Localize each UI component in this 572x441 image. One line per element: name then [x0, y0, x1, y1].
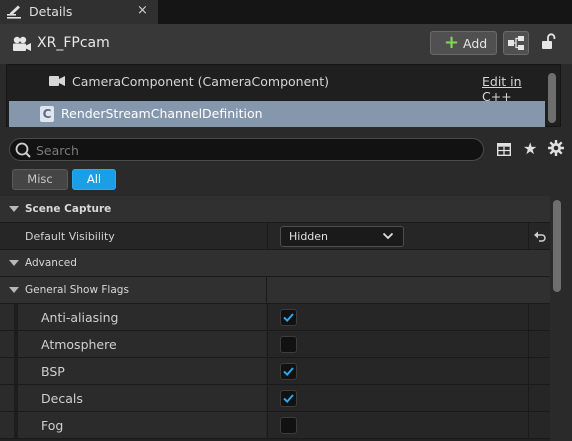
tab-title: Details [29, 4, 73, 19]
property-reset-cell [528, 385, 550, 411]
tab-details[interactable]: Details × [0, 0, 158, 24]
indent-bar [14, 385, 18, 411]
property-list-scrollbar[interactable] [553, 200, 561, 292]
property-reset-cell [528, 331, 550, 357]
fog-checkbox[interactable] [280, 417, 297, 434]
property-row-bsp: BSP [0, 358, 550, 385]
property-name-cell: Default Visibility [0, 223, 266, 249]
property-label: BSP [41, 364, 65, 379]
property-name-cell: Fog [0, 412, 266, 438]
property-reset-cell [528, 304, 550, 330]
filter-all-button[interactable]: All [72, 169, 116, 190]
category-scene-capture[interactable]: Scene Capture [0, 196, 550, 223]
property-value-cell [267, 358, 528, 384]
decals-checkbox[interactable] [280, 390, 297, 407]
property-value-cell [267, 304, 528, 330]
property-value-cell [267, 331, 528, 357]
property-label: Atmosphere [41, 337, 117, 352]
property-name-cell: BSP [0, 358, 266, 384]
checkmark-icon [283, 367, 294, 377]
filter-misc-button[interactable]: Misc [12, 169, 68, 190]
category-label: Advanced [25, 257, 77, 269]
camera-actor-icon [13, 36, 31, 51]
property-name-cell: Decals [0, 385, 266, 411]
edit-pencil-icon [7, 5, 21, 19]
tree-item-render-stream-channel[interactable]: C RenderStreamChannelDefinition [9, 101, 545, 127]
property-list: Scene Capture Default Visibility Hidden … [0, 196, 550, 441]
expand-arrow-icon [9, 287, 19, 293]
settings-gear-icon[interactable] [547, 139, 565, 157]
expand-arrow-icon [9, 206, 19, 212]
checkmark-icon [283, 394, 294, 404]
property-row-decals: Decals [0, 385, 550, 412]
property-reset-cell [528, 412, 550, 438]
property-label: Anti-aliasing [41, 310, 119, 325]
category-advanced[interactable]: Advanced [0, 250, 550, 277]
property-value-cell [267, 412, 528, 438]
property-label: Default Visibility [25, 230, 115, 243]
property-reset-cell [528, 223, 550, 249]
add-component-button[interactable]: + Add [430, 31, 497, 55]
favorites-star-icon[interactable]: ★ [523, 139, 537, 158]
camera-component-icon [49, 76, 65, 86]
add-button-label: Add [463, 36, 488, 51]
property-name-cell: Anti-aliasing [0, 304, 266, 330]
property-value-cell: Hidden [267, 223, 528, 249]
unlock-icon[interactable] [540, 33, 556, 51]
details-header: XR_FPcam + Add [0, 24, 572, 64]
property-row-fog: Fog [0, 412, 550, 439]
category-label: Scene Capture [25, 203, 112, 215]
search-icon [15, 142, 31, 158]
indent-bar [14, 304, 18, 330]
actor-name: XR_FPcam [37, 35, 110, 51]
blueprint-button[interactable] [503, 31, 529, 55]
property-row-anti-aliasing: Anti-aliasing [0, 304, 550, 331]
tab-bar: Details × [0, 0, 572, 24]
anti-aliasing-checkbox[interactable] [280, 309, 297, 326]
tree-item-camera-component[interactable]: CameraComponent (CameraComponent) Edit i… [7, 67, 545, 104]
property-label: Fog [41, 418, 64, 433]
category-label: General Show Flags [25, 284, 129, 296]
property-row-default-visibility: Default Visibility Hidden [0, 223, 550, 250]
component-tree: CameraComponent (CameraComponent) Edit i… [6, 64, 561, 127]
cpp-class-icon: C [40, 106, 54, 122]
property-value-cell [267, 385, 528, 411]
render-stream-channel-label: RenderStreamChannelDefinition [61, 106, 263, 121]
bsp-checkbox[interactable] [280, 363, 297, 380]
expand-arrow-icon [9, 260, 19, 266]
edit-in-cpp-link[interactable]: Edit in C++ [482, 74, 545, 104]
chevron-down-icon [382, 232, 394, 240]
reset-to-default-icon[interactable] [533, 229, 547, 243]
search-input[interactable] [36, 141, 476, 159]
default-visibility-dropdown[interactable]: Hidden [280, 226, 404, 247]
search-box [9, 138, 484, 161]
indent-bar [14, 331, 18, 357]
indent-bar [14, 358, 18, 384]
camera-component-label: CameraComponent (CameraComponent) [72, 74, 329, 89]
close-icon[interactable]: × [137, 3, 148, 19]
atmosphere-checkbox[interactable] [280, 336, 297, 353]
blueprint-icon [508, 36, 524, 50]
indent-bar [14, 412, 18, 438]
column-divider [266, 277, 267, 303]
property-reset-cell [528, 358, 550, 384]
property-matrix-icon[interactable] [497, 143, 511, 156]
plus-icon: + [444, 32, 460, 53]
dropdown-value: Hidden [289, 230, 329, 243]
category-general-show-flags[interactable]: General Show Flags [0, 277, 550, 304]
checkmark-icon [283, 313, 294, 323]
property-name-cell: Atmosphere [0, 331, 266, 357]
property-row-atmosphere: Atmosphere [0, 331, 550, 358]
property-label: Decals [41, 391, 83, 406]
tree-scrollbar[interactable] [548, 73, 556, 123]
